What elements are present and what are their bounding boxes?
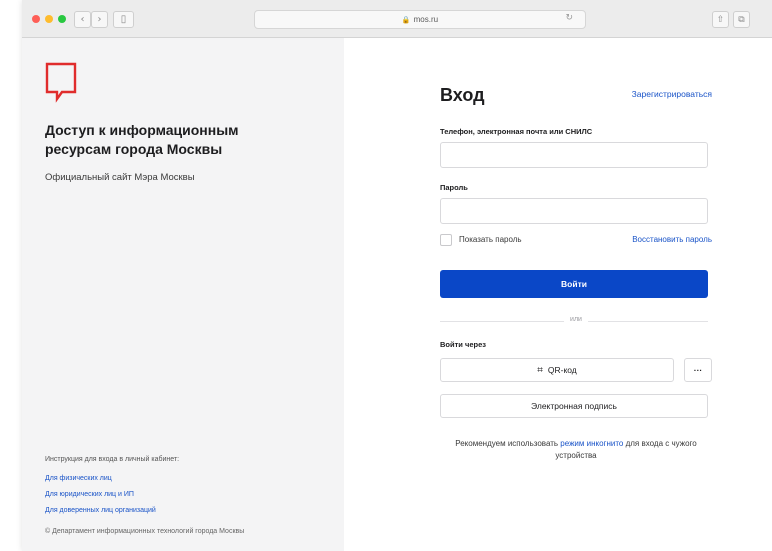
login-field-label: Телефон, электронная почта или СНИЛС (440, 127, 593, 136)
back-icon[interactable]: ‹ (74, 11, 91, 28)
show-password-checkbox[interactable] (440, 234, 452, 246)
more-options-button[interactable]: ··· (684, 358, 712, 382)
incognito-recommendation: Рекомендуем использовать режим инкогнито… (440, 438, 712, 462)
qr-code-button[interactable]: ⌗ QR-код (440, 358, 674, 382)
e-signature-button[interactable]: Электронная подпись (440, 394, 708, 418)
tabs-overview-icon[interactable]: ⧉ (733, 11, 750, 28)
reload-icon[interactable]: ↻ (565, 13, 573, 23)
link-individuals[interactable]: Для физических лиц (45, 475, 112, 482)
login-button[interactable]: Войти (440, 270, 708, 298)
login-via-label: Войти через (440, 340, 486, 349)
login-heading: Вход (440, 85, 485, 105)
close-window-button[interactable] (32, 15, 40, 23)
recommend-prefix: Рекомендуем использовать (455, 439, 561, 448)
browser-window: ‹ › ▯ 🔒 mos.ru ↻ ⇧ ⧉ Доступ к информацио… (22, 0, 772, 551)
mos-logo-icon[interactable] (45, 62, 77, 104)
qr-code-label: QR-код (547, 365, 577, 375)
browser-toolbar: ‹ › ▯ 🔒 mos.ru ↻ ⇧ ⧉ (22, 0, 772, 38)
restore-password-link[interactable]: Восстановить пароль (632, 235, 712, 244)
instructions-label: Инструкция для входа в личный кабинет: (45, 456, 180, 463)
password-field-label: Пароль (440, 183, 468, 192)
or-label: или (564, 316, 588, 323)
minimize-window-button[interactable] (45, 15, 53, 23)
share-icon[interactable]: ⇧ (712, 11, 729, 28)
copyright-text: © Департамент информационных технологий … (45, 528, 245, 535)
password-input[interactable] (440, 198, 708, 224)
info-panel: Доступ к информационным ресурсам города … (22, 38, 344, 551)
forward-icon[interactable]: › (91, 11, 108, 28)
zoom-window-button[interactable] (58, 15, 66, 23)
show-password-label[interactable]: Показать пароль (459, 235, 522, 244)
link-trusted-persons[interactable]: Для доверенных лиц организаций (45, 507, 156, 514)
login-input[interactable] (440, 142, 708, 168)
sidebar-toggle-icon[interactable]: ▯ (113, 11, 134, 28)
address-bar[interactable]: 🔒 mos.ru ↻ (254, 10, 586, 29)
lock-icon: 🔒 (401, 15, 411, 24)
qr-code-icon: ⌗ (537, 364, 543, 376)
link-legal-entities[interactable]: Для юридических лиц и ИП (45, 491, 134, 498)
address-url: mos.ru (413, 15, 439, 24)
incognito-link[interactable]: режим инкогнито (560, 439, 623, 448)
window-controls (32, 15, 66, 23)
register-link[interactable]: Зарегистрироваться (632, 89, 712, 99)
info-subtitle: Официальный сайт Мэра Москвы (45, 172, 195, 183)
info-title: Доступ к информационным ресурсам города … (45, 122, 239, 157)
